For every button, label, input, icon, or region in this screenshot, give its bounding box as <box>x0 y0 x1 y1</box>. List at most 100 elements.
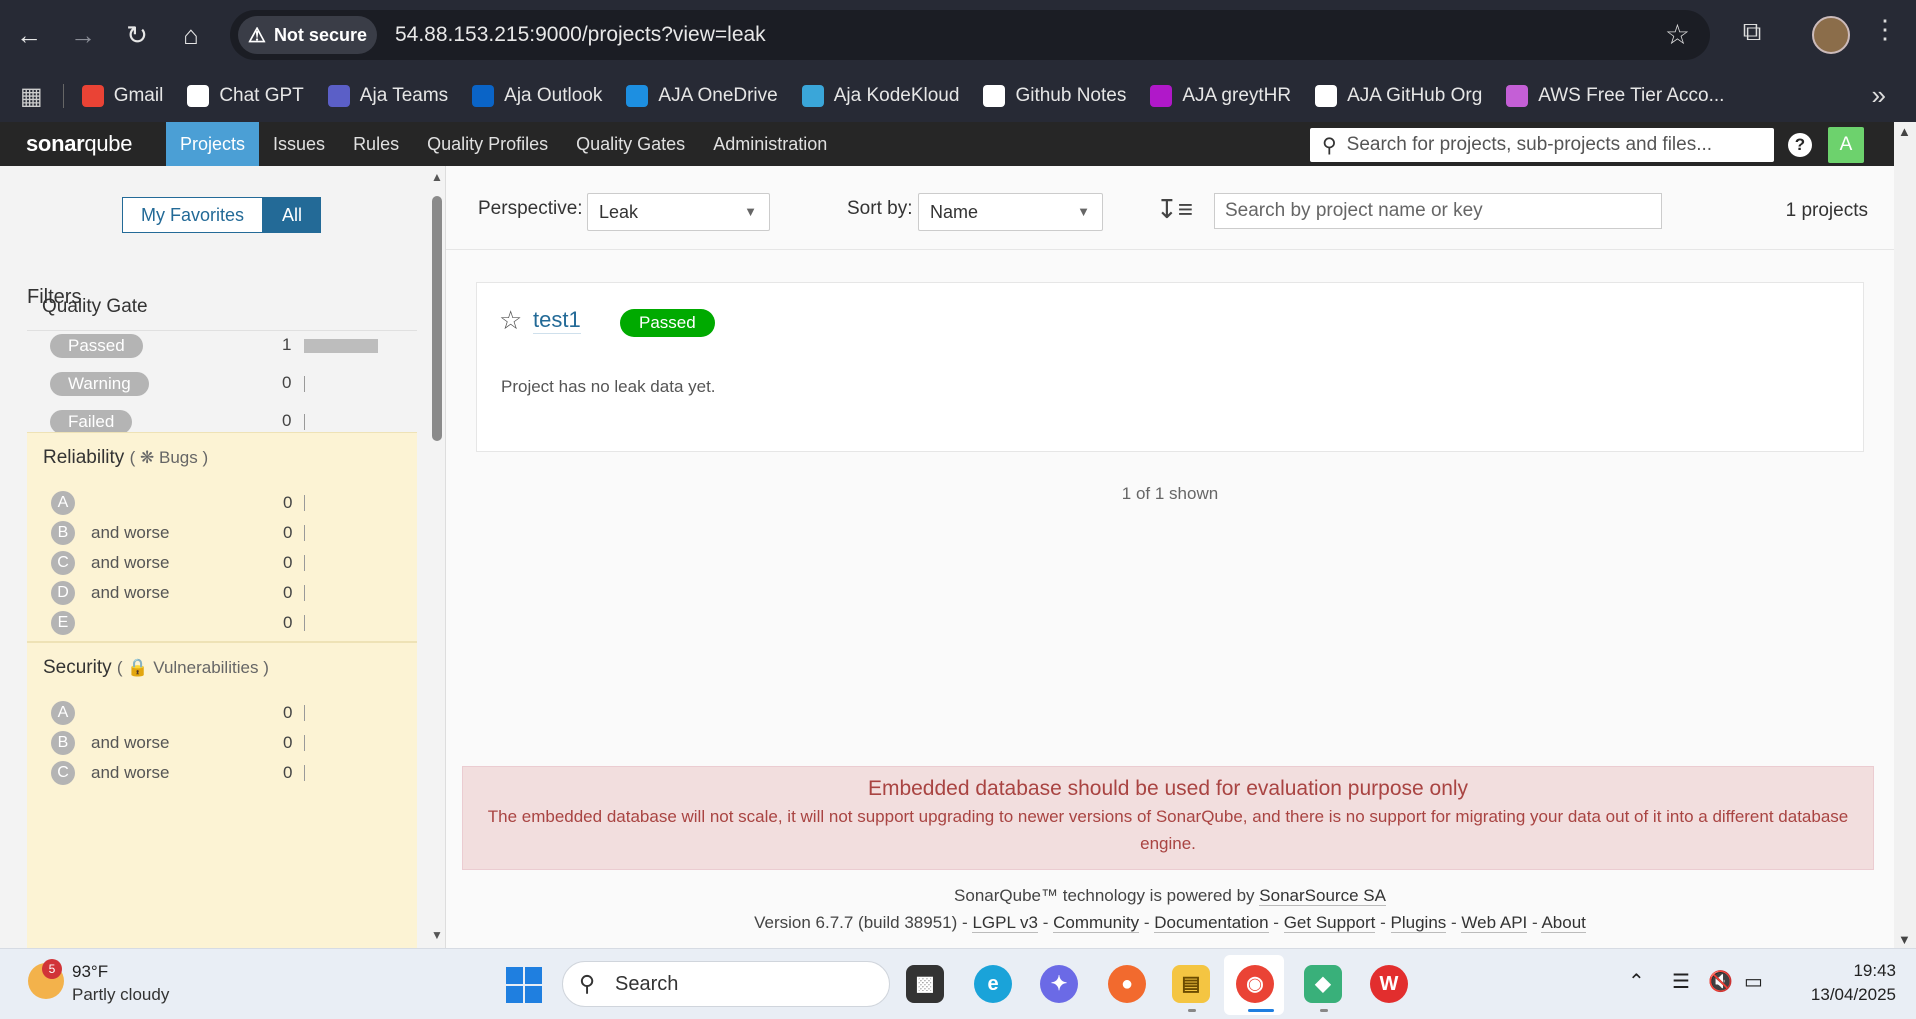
battery-icon[interactable]: ▭ <box>1744 969 1763 994</box>
my-favorites-button[interactable]: My Favorites <box>122 197 264 233</box>
profile-avatar[interactable] <box>1812 16 1850 54</box>
wifi-icon[interactable]: ☰ <box>1672 969 1690 994</box>
apps-grid-icon[interactable]: ▦ <box>20 82 43 111</box>
footer-link-plugins[interactable]: Plugins <box>1390 913 1447 933</box>
favorite-star-icon[interactable]: ☆ <box>499 305 522 336</box>
bookmark-item[interactable]: AJA greytHR <box>1150 85 1291 107</box>
nav-tab-projects[interactable]: Projects <box>166 122 260 166</box>
rating-label: and worse <box>91 553 170 572</box>
back-arrow-icon[interactable]: ← <box>2 0 56 70</box>
project-search-input[interactable]: Search by project name or key <box>1214 193 1662 229</box>
url-text[interactable]: 54.88.153.215:9000/projects?view=leak <box>395 23 766 47</box>
taskbar-search[interactable]: ⚲ Search <box>562 961 890 1007</box>
bookmark-item[interactable]: Chat GPT <box>187 85 304 107</box>
sort-select[interactable]: Name ▼ <box>918 193 1103 231</box>
chrome-icon[interactable]: ◉ <box>1236 965 1274 1003</box>
nav-tab-issues[interactable]: Issues <box>259 122 339 166</box>
edge-icon[interactable]: e <box>974 965 1012 1003</box>
footer-link-get-support[interactable]: Get Support <box>1283 913 1376 933</box>
nav-tab-quality-gates[interactable]: Quality Gates <box>562 122 699 166</box>
reliability-filter-a[interactable]: A0 <box>51 488 411 518</box>
footer-link-web-api[interactable]: Web API <box>1461 913 1528 933</box>
reliability-filter-e[interactable]: E0 <box>51 608 411 638</box>
quality-gate-filter-passed[interactable]: Passed 1 <box>42 328 412 366</box>
bookmark-item[interactable]: Gmail <box>81 85 163 107</box>
quality-gate-title[interactable]: Quality Gate <box>42 296 148 318</box>
footer-link-community[interactable]: Community <box>1053 913 1140 933</box>
nav-tab-quality-profiles[interactable]: Quality Profiles <box>413 122 562 166</box>
sonarqube-logo[interactable]: sonarqube <box>26 131 166 157</box>
security-title[interactable]: Security ( 🔒 Vulnerabilities ) <box>43 657 269 679</box>
scroll-up-icon[interactable]: ▲ <box>1898 124 1911 139</box>
quality-gate-facet: Passed 1 Warning 0 Failed 0 <box>42 328 412 442</box>
copilot-icon[interactable]: ✦ <box>1040 965 1078 1003</box>
perspective-select[interactable]: Leak ▼ <box>587 193 770 231</box>
firefox-icon[interactable]: ● <box>1108 965 1146 1003</box>
nav-tab-administration[interactable]: Administration <box>699 122 841 166</box>
footer-link-lgpl-v3[interactable]: LGPL v3 <box>972 913 1038 933</box>
reliability-filter-c[interactable]: Cand worse 0 <box>51 548 411 578</box>
bookmarks-overflow-icon[interactable]: » <box>1872 80 1886 111</box>
windows-start-icon[interactable] <box>506 967 542 1003</box>
bookmark-item[interactable]: Github Notes <box>983 85 1126 107</box>
sonarsource-link[interactable]: SonarSource SA <box>1259 886 1386 906</box>
sort-label: Sort by: <box>847 198 913 219</box>
menu-kebab-icon[interactable]: ⋮ <box>1872 14 1898 45</box>
address-bar[interactable]: ⚠ Not secure 54.88.153.215:9000/projects… <box>230 10 1710 60</box>
security-filter-b[interactable]: Band worse 0 <box>51 728 411 758</box>
bookmark-item[interactable]: Aja Outlook <box>472 85 602 107</box>
quality-gate-filter-warning[interactable]: Warning 0 <box>42 366 412 404</box>
bookmark-item[interactable]: AJA GitHub Org <box>1315 85 1482 107</box>
chatgpt-icon <box>187 85 210 107</box>
page-scrollbar[interactable]: ▲ ▼ <box>1894 122 1916 948</box>
nav-tab-rules[interactable]: Rules <box>339 122 413 166</box>
reliability-filter-d[interactable]: Dand worse 0 <box>51 578 411 608</box>
security-facet: Security ( 🔒 Vulnerabilities ) A 0 Band wo… <box>27 642 417 948</box>
footer-link-documentation[interactable]: Documentation <box>1154 913 1269 933</box>
security-chip[interactable]: ⚠ Not secure <box>238 16 377 54</box>
facet-bar <box>304 495 305 511</box>
leak-message: Project has no leak data yet. <box>501 377 716 396</box>
facet-count: 1 <box>282 335 292 354</box>
security-filter-c[interactable]: Cand worse 0 <box>51 758 411 788</box>
forward-arrow-icon[interactable]: → <box>56 0 110 70</box>
bookmark-item[interactable]: AWS Free Tier Acco... <box>1506 85 1724 107</box>
footer-link-about[interactable]: About <box>1541 913 1586 933</box>
security-filter-a[interactable]: A0 <box>51 698 411 728</box>
scroll-down-icon[interactable]: ▼ <box>431 928 443 942</box>
sidebar-scroll-thumb[interactable] <box>432 196 442 441</box>
reliability-title[interactable]: Reliability ( ❋ Bugs ) <box>43 447 208 469</box>
scroll-up-icon[interactable]: ▲ <box>431 170 443 184</box>
running-indicator <box>1188 1009 1196 1012</box>
user-avatar[interactable]: A <box>1828 127 1864 163</box>
file-explorer-icon[interactable]: ▤ <box>1172 965 1210 1003</box>
temperature[interactable]: 93°F <box>72 962 108 982</box>
sidebar-scrollbar[interactable]: ▲ ▼ <box>428 166 446 948</box>
sort-direction-icon[interactable]: ↧≡ <box>1156 194 1193 225</box>
reliability-filter-b[interactable]: Band worse 0 <box>51 518 411 548</box>
git-app-icon[interactable]: ◆ <box>1304 965 1342 1003</box>
global-search-input[interactable]: ⚲ Search for projects, sub-projects and … <box>1310 128 1774 162</box>
reload-icon[interactable]: ↻ <box>110 0 164 70</box>
bookmark-item[interactable]: AJA OneDrive <box>626 85 778 107</box>
extensions-icon[interactable]: ⧉ <box>1734 16 1770 52</box>
project-name-link[interactable]: test1 <box>533 307 581 334</box>
rating-badge: A <box>51 491 75 515</box>
bookmark-item[interactable]: Aja Teams <box>327 85 448 107</box>
speaker-muted-icon[interactable]: 🔇 <box>1708 969 1733 994</box>
tray-chevron-up-icon[interactable]: ⌃ <box>1628 969 1645 994</box>
weather-description[interactable]: Partly cloudy <box>72 985 169 1005</box>
home-icon[interactable]: ⌂ <box>164 0 218 70</box>
rating-badge: E <box>51 611 75 635</box>
task-view-icon[interactable]: ▩ <box>906 965 944 1003</box>
perspective-label: Perspective: <box>478 198 583 219</box>
wps-office-icon[interactable]: W <box>1370 965 1408 1003</box>
all-button[interactable]: All <box>263 197 322 233</box>
help-icon[interactable]: ? <box>1788 133 1812 157</box>
footer-separator: - <box>1451 913 1457 932</box>
bookmark-item[interactable]: Aja KodeKloud <box>801 85 959 107</box>
bookmark-star-icon[interactable]: ☆ <box>1665 18 1690 51</box>
status-pill: Warning <box>50 372 149 396</box>
scroll-down-icon[interactable]: ▼ <box>1898 932 1911 947</box>
system-clock[interactable]: 19:43 13/04/2025 <box>1790 959 1896 1007</box>
